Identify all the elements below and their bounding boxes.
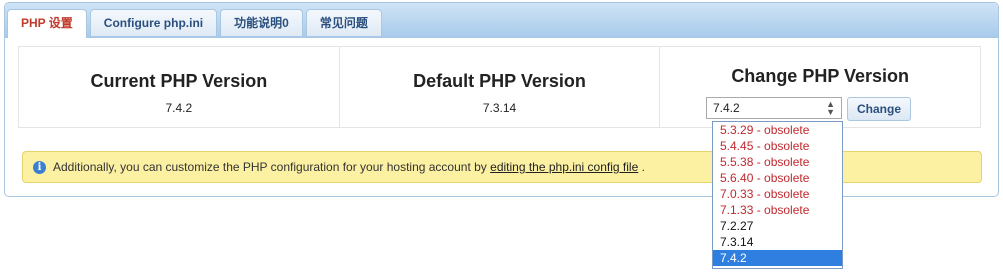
change-button[interactable]: Change <box>847 97 911 121</box>
php-version-dropdown[interactable]: 5.3.29 - obsolete 5.4.45 - obsolete 5.5.38… <box>712 121 843 269</box>
php-version-option[interactable]: 7.3.14 <box>713 234 842 250</box>
php-version-option[interactable]: 5.3.29 - obsolete <box>713 122 842 138</box>
current-version-title: Current PHP Version <box>90 71 268 91</box>
tab-configure-php-ini[interactable]: Configure php.ini <box>89 9 218 36</box>
default-version-cell: Default PHP Version 7.3.14 <box>340 47 661 127</box>
php-version-option[interactable]: 7.1.33 - obsolete <box>713 202 842 218</box>
select-arrows-icon: ▲ ▼ <box>826 99 835 117</box>
current-version-cell: Current PHP Version 7.4.2 <box>19 47 340 127</box>
php-version-select-value: 7.4.2 <box>713 101 740 115</box>
default-version-value: 7.3.14 <box>482 101 517 115</box>
tab-bar: PHP 设置 Configure php.ini 功能说明0 常见问题 <box>5 3 998 38</box>
php-version-option[interactable]: 5.4.45 - obsolete <box>713 138 842 154</box>
php-version-option[interactable]: 5.5.38 - obsolete <box>713 154 842 170</box>
edit-php-ini-link[interactable]: editing the php.ini config file <box>490 160 638 174</box>
php-version-option[interactable]: 7.0.33 - obsolete <box>713 186 842 202</box>
current-version-value: 7.4.2 <box>165 101 193 115</box>
tab-features[interactable]: 功能说明0 <box>220 9 303 36</box>
change-version-title: Change PHP Version <box>731 66 910 86</box>
default-version-title: Default PHP Version <box>413 71 586 91</box>
notice-text-before: Additionally, you can customize the PHP … <box>53 160 491 174</box>
tab-faq[interactable]: 常见问题 <box>305 9 382 36</box>
tab-php-settings[interactable]: PHP 设置 <box>7 9 87 38</box>
php-version-option[interactable]: 7.2.27 <box>713 218 842 234</box>
php-version-select[interactable]: 7.4.2 ▲ ▼ <box>706 97 842 119</box>
php-version-option[interactable]: 7.4.2 <box>713 250 842 266</box>
php-version-option[interactable]: 5.6.40 - obsolete <box>713 170 842 186</box>
info-icon: i <box>33 161 46 174</box>
notice-text-after: . <box>638 160 645 174</box>
